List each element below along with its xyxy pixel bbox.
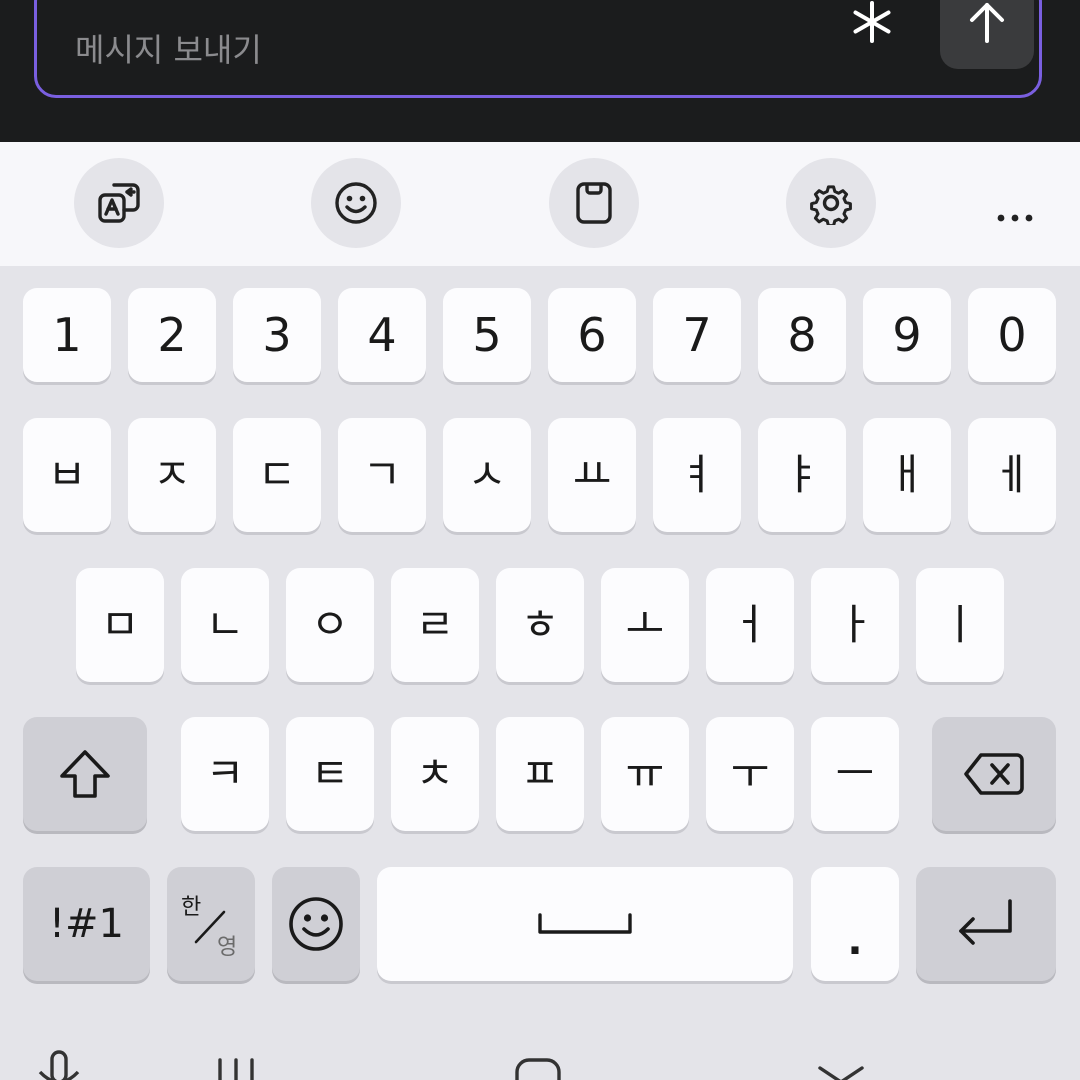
mic-icon[interactable] bbox=[36, 1050, 82, 1080]
space-icon bbox=[538, 913, 632, 934]
message-bar: 메시지 보내기 bbox=[0, 0, 1080, 142]
emoji-key[interactable] bbox=[272, 867, 360, 981]
key-eu[interactable]: ㅡ bbox=[811, 717, 899, 831]
key-bieup[interactable]: ㅂ bbox=[23, 418, 111, 532]
key-rieul[interactable]: ㄹ bbox=[391, 568, 479, 682]
symbols-key[interactable]: !#1 bbox=[23, 867, 150, 981]
shift-icon bbox=[60, 750, 110, 798]
backspace-icon bbox=[964, 753, 1024, 795]
key-eo[interactable]: ㅓ bbox=[706, 568, 794, 682]
period-key[interactable]: . bbox=[811, 867, 899, 981]
more-icon bbox=[997, 214, 1033, 222]
key-6[interactable]: 6 bbox=[548, 288, 636, 382]
key-i[interactable]: ㅣ bbox=[916, 568, 1004, 682]
enter-icon bbox=[959, 899, 1012, 945]
key-3[interactable]: 3 bbox=[233, 288, 321, 382]
emoji-icon bbox=[289, 897, 343, 951]
key-chieut[interactable]: ㅊ bbox=[391, 717, 479, 831]
emoji-icon bbox=[335, 182, 377, 224]
key-hieut[interactable]: ㅎ bbox=[496, 568, 584, 682]
key-kieuk[interactable]: ㅋ bbox=[181, 717, 269, 831]
clipboard-icon bbox=[576, 182, 612, 224]
arrow-up-icon bbox=[970, 3, 1004, 43]
settings-button[interactable] bbox=[786, 158, 876, 248]
keyboard-toolbar bbox=[0, 142, 1080, 266]
key-nieun[interactable]: ㄴ bbox=[181, 568, 269, 682]
recent-apps-icon[interactable] bbox=[214, 1050, 258, 1080]
asterisk-icon[interactable] bbox=[849, 0, 895, 49]
language-toggle-key[interactable]: 한 영 bbox=[167, 867, 255, 981]
key-tieut[interactable]: ㅌ bbox=[286, 717, 374, 831]
send-button[interactable] bbox=[940, 0, 1034, 69]
key-jieut[interactable]: ㅈ bbox=[128, 418, 216, 532]
key-0[interactable]: 0 bbox=[968, 288, 1056, 382]
key-yeo[interactable]: ㅕ bbox=[653, 418, 741, 532]
key-digeut[interactable]: ㄷ bbox=[233, 418, 321, 532]
key-mieum[interactable]: ㅁ bbox=[76, 568, 164, 682]
translate-icon bbox=[98, 183, 140, 223]
key-8[interactable]: 8 bbox=[758, 288, 846, 382]
key-siot[interactable]: ㅅ bbox=[443, 418, 531, 532]
key-e[interactable]: ㅔ bbox=[968, 418, 1056, 532]
shift-key[interactable] bbox=[23, 717, 147, 831]
message-input[interactable]: 메시지 보내기 bbox=[34, 0, 1042, 98]
key-ya[interactable]: ㅑ bbox=[758, 418, 846, 532]
key-7[interactable]: 7 bbox=[653, 288, 741, 382]
key-o[interactable]: ㅗ bbox=[601, 568, 689, 682]
back-icon[interactable] bbox=[816, 1050, 866, 1080]
translate-button[interactable] bbox=[74, 158, 164, 248]
enter-key[interactable] bbox=[916, 867, 1056, 981]
key-2[interactable]: 2 bbox=[128, 288, 216, 382]
key-yo[interactable]: ㅛ bbox=[548, 418, 636, 532]
emoji-button[interactable] bbox=[311, 158, 401, 248]
space-key[interactable] bbox=[377, 867, 793, 981]
home-icon[interactable] bbox=[513, 1050, 563, 1080]
key-ieung[interactable]: ㅇ bbox=[286, 568, 374, 682]
key-4[interactable]: 4 bbox=[338, 288, 426, 382]
key-pieup[interactable]: ㅍ bbox=[496, 717, 584, 831]
clipboard-button[interactable] bbox=[549, 158, 639, 248]
key-9[interactable]: 9 bbox=[863, 288, 951, 382]
settings-icon bbox=[810, 185, 852, 225]
more-button[interactable] bbox=[970, 158, 1060, 248]
navigation-bar bbox=[0, 1000, 1080, 1080]
key-5[interactable]: 5 bbox=[443, 288, 531, 382]
key-1[interactable]: 1 bbox=[23, 288, 111, 382]
key-yu[interactable]: ㅠ bbox=[601, 717, 689, 831]
key-u[interactable]: ㅜ bbox=[706, 717, 794, 831]
key-ae[interactable]: ㅐ bbox=[863, 418, 951, 532]
message-placeholder: 메시지 보내기 bbox=[75, 31, 262, 69]
backspace-key[interactable] bbox=[932, 717, 1056, 831]
key-a[interactable]: ㅏ bbox=[811, 568, 899, 682]
key-giyeok[interactable]: ㄱ bbox=[338, 418, 426, 532]
